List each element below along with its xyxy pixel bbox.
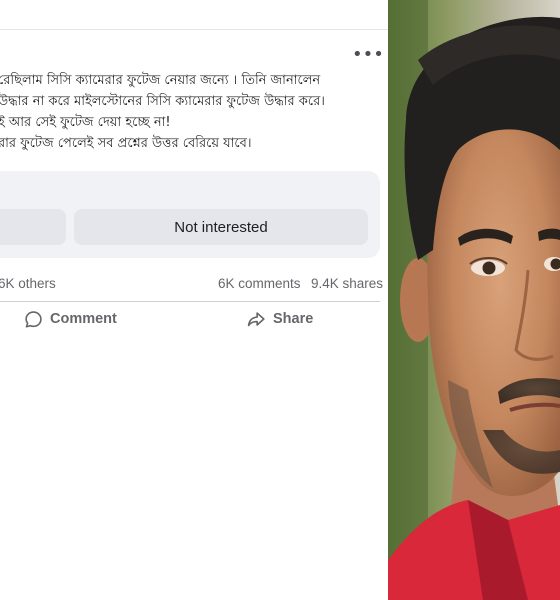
post-line: রার ফুটেজ পেলেই সব প্রশ্নের উত্তর বেরিয়… bbox=[0, 136, 252, 151]
actions-divider bbox=[0, 301, 380, 302]
post-line: উদ্ধার না করে মাইলস্টোনের সিসি ক্যামেরার… bbox=[0, 94, 325, 109]
post-line: ই আর সেই ফুটেজ দেয়া হচ্ছে না! bbox=[0, 115, 171, 130]
post-body-text: রেছিলাম সিসি ক্যামেরার ফুটেজ নেয়ার জন্য… bbox=[0, 70, 388, 154]
header-divider bbox=[0, 29, 388, 30]
comments-count[interactable]: 6K comments bbox=[218, 276, 301, 291]
more-options-icon[interactable]: ••• bbox=[352, 46, 384, 68]
share-label: Share bbox=[273, 311, 314, 327]
facebook-post-screenshot: ••• রেছিলাম সিসি ক্যামেরার ফুটেজ নেয়ার … bbox=[0, 0, 388, 600]
shares-count[interactable]: 9.4K shares bbox=[311, 276, 383, 291]
portrait-photo bbox=[388, 0, 560, 600]
share-icon bbox=[246, 310, 266, 329]
reactions-summary[interactable]: 6K others bbox=[0, 276, 56, 291]
comment-button[interactable]: Comment bbox=[24, 306, 117, 332]
comment-label: Comment bbox=[50, 311, 117, 327]
share-button[interactable]: Share bbox=[246, 306, 313, 332]
not-interested-button[interactable]: Not interested bbox=[74, 209, 368, 245]
portrait-illustration bbox=[388, 0, 560, 600]
interested-button[interactable] bbox=[0, 209, 66, 245]
comment-icon bbox=[24, 310, 43, 329]
post-line: রেছিলাম সিসি ক্যামেরার ফুটেজ নেয়ার জন্য… bbox=[0, 73, 321, 88]
